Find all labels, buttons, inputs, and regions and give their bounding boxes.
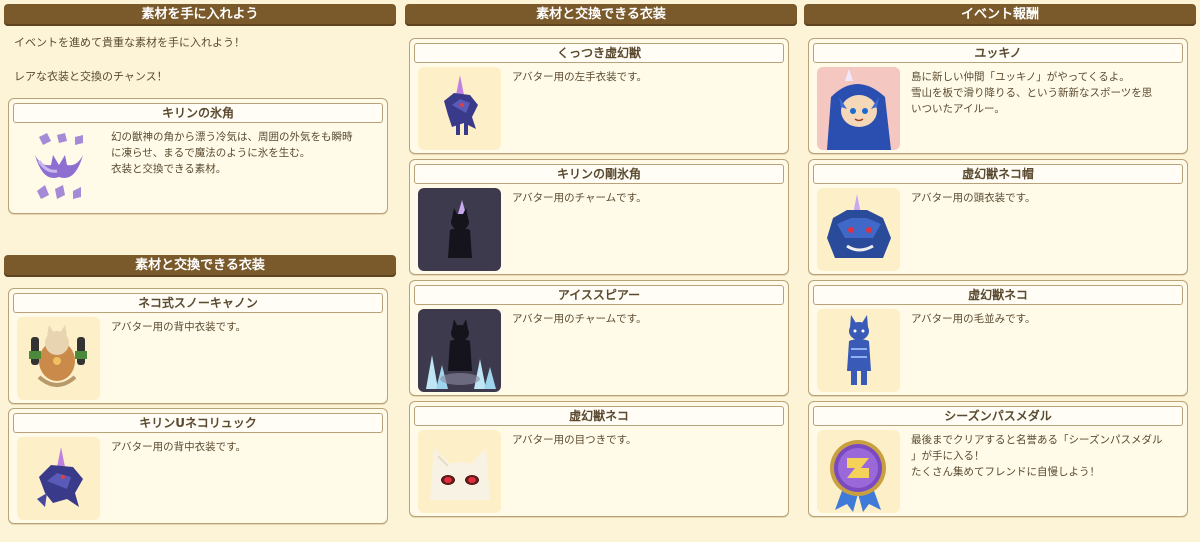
costume-card[interactable]: キリンUネコリュック アバター用の背中衣装です。 [8,408,388,524]
intro-text: イベントを進めて貴重な素材を手に入れよう！ レアな衣装と交換のチャンス！ [4,26,396,85]
card-title: ネコ式スノーキャノン [13,293,383,313]
section-header-rewards: イベント報酬 [804,4,1196,26]
ice-horn-icon [17,127,100,210]
card-description: 島に新しい仲間「ユッキノ」がやってくるよ。 雪山を板で滑り降りる、という新新なス… [911,71,1153,115]
card-description: アバター用の目つきです。 [512,434,637,446]
cat-eyes-icon [418,430,501,513]
card-title: 虚幻獣ネコ [813,285,1183,305]
cat-hat-icon [817,188,900,271]
yukkino-icon [817,67,900,150]
column-materials: 素材を手に入れよう イベントを進めて貴重な素材を手に入れよう！ レアな衣装と交換… [4,4,396,524]
card-title: 虚幻獣ネコ帽 [813,164,1183,184]
column-exchange-costumes: 素材と交換できる衣装 くっつき虚幻獣 アバター用の左手衣装です。 キリンの剛氷角 [405,4,797,517]
card-description: アバター用の背中衣装です。 [111,441,247,453]
ice-horn-charm-icon [418,188,501,271]
card-description: アバター用のチャームです。 [512,192,647,204]
card-title: キリンの氷角 [13,103,383,123]
card-description: 幻の獣神の角から漂う冷気は、周囲の外気をも瞬時 に凍らせ、まるで魔法のように氷を… [111,131,353,175]
card-title: キリンの剛氷角 [414,164,784,184]
card-description: アバター用の頭衣装です。 [911,192,1036,204]
card-description: アバター用のチャームです。 [512,313,647,325]
column-event-rewards: イベント報酬 ユッキノ 島に新しい仲間「ユッキノ」がやってくるよ。 雪山を板で滑… [804,4,1196,517]
costume-card[interactable]: くっつき虚幻獣 アバター用の左手衣装です。 [409,38,789,154]
costume-card[interactable]: アイススピアー アバター用のチャームです。 [409,280,789,396]
reward-card[interactable]: 虚幻獣ネコ アバター用の毛並みです。 [808,280,1188,396]
card-title: アイススピアー [414,285,784,305]
reward-card[interactable]: 虚幻獣ネコ帽 アバター用の頭衣装です。 [808,159,1188,275]
costume-card[interactable]: ネコ式スノーキャノン アバター用の背中衣装です。 [8,288,388,404]
card-title: 虚幻獣ネコ [414,406,784,426]
snow-cannon-icon [17,317,100,400]
costume-card[interactable]: 虚幻獣ネコ アバター用の目つきです。 [409,401,789,517]
card-title: くっつき虚幻獣 [414,43,784,63]
intro-line-2: レアな衣装と交換のチャンス！ [14,70,168,83]
section-header-exchange: 素材と交換できる衣装 [4,255,396,277]
cat-fur-icon [817,309,900,392]
card-title: ユッキノ [813,43,1183,63]
card-description: 最後までクリアすると名誉ある「シーズンパスメダル 」が手に入る！ たくさん集めて… [911,434,1163,478]
card-description: アバター用の左手衣装です。 [512,71,648,83]
kirin-backpack-icon [17,437,100,520]
medal-icon [817,430,900,513]
reward-card[interactable]: ユッキノ 島に新しい仲間「ユッキノ」がやってくるよ。 雪山を板で滑り降りる、とい… [808,38,1188,154]
card-title: シーズンパスメダル [813,406,1183,426]
section-header-exchange: 素材と交換できる衣装 [405,4,797,26]
section-header-get-materials: 素材を手に入れよう [4,4,396,26]
kyogenju-icon [418,67,501,150]
card-description: アバター用の毛並みです。 [911,313,1036,325]
ice-spear-icon [418,309,501,392]
card-title: キリンUネコリュック [13,413,383,433]
costume-card[interactable]: キリンの剛氷角 アバター用のチャームです。 [409,159,789,275]
intro-line-1: イベントを進めて貴重な素材を手に入れよう！ [14,36,245,49]
material-card[interactable]: キリンの氷角 幻の獣神の角から漂う冷気は、周囲の外気をも瞬時 に凍らせ、まるで魔… [8,98,388,214]
card-description: アバター用の背中衣装です。 [111,321,247,333]
reward-card[interactable]: シーズンパスメダル 最後までクリアすると名誉ある「シーズンパスメダル 」が手に入… [808,401,1188,517]
